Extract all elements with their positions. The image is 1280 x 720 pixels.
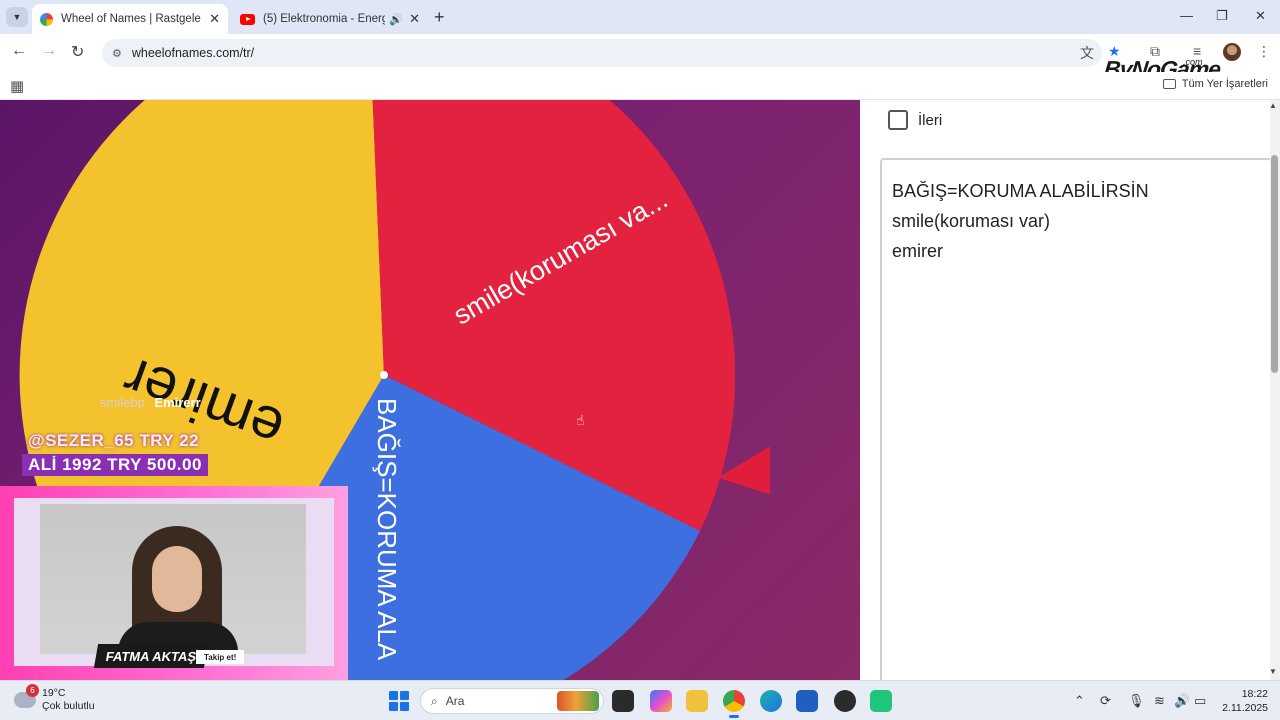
back-arrow-icon[interactable]: ← — [11, 42, 27, 60]
watermark-suffix: .com — [1183, 57, 1203, 67]
system-clock[interactable]: 18:22 2.11.2025 — [1222, 687, 1268, 715]
wheel-center-dot — [380, 371, 388, 379]
battery-icon[interactable]: ▭ — [1194, 693, 1206, 709]
chat-text: Emirerr — [154, 395, 201, 410]
advanced-label: İleri — [918, 111, 943, 129]
all-bookmarks-label: Tüm Yer İşaretleri — [1181, 78, 1268, 90]
search-icon: ⌕ — [431, 693, 438, 708]
advanced-option[interactable]: İleri — [888, 110, 942, 130]
minimize-icon[interactable]: — — [1180, 8, 1193, 23]
speaker-icon[interactable]: 🔊 — [389, 13, 403, 26]
chrome-icon[interactable] — [723, 690, 745, 718]
wheel-pointer-arrow — [718, 446, 770, 502]
chevron-up-icon[interactable]: ⌃ — [1074, 693, 1085, 709]
kick-app-icon[interactable] — [870, 690, 892, 712]
close-window-icon[interactable]: ✕ — [1255, 8, 1266, 24]
entries-textarea[interactable]: BAĞIŞ=KORUMA ALABİLİRSİN smile(koruması … — [880, 158, 1272, 688]
streamer-face — [152, 546, 202, 612]
tab-youtube[interactable]: (5) Elektronomia - Energy | 🔊 ✕ — [232, 4, 428, 34]
obs-icon[interactable] — [834, 690, 856, 712]
search-highlight-image — [557, 691, 599, 711]
weather-temperature: 19°C — [42, 687, 66, 699]
webcam-frame: FATMA AKTAŞ Takip et! — [0, 486, 348, 680]
tab-strip: ▼ Wheel of Names | Rastgele ✕ (5) Elektr… — [0, 0, 1280, 34]
apps-grid-icon[interactable]: ▦ — [10, 77, 24, 95]
close-tab-icon[interactable]: ✕ — [209, 11, 220, 27]
scrollbar-thumb[interactable] — [1271, 155, 1278, 373]
folder-icon — [1162, 79, 1176, 89]
volume-icon[interactable]: 🔊 — [1174, 693, 1190, 709]
restore-icon[interactable]: ❐ — [1216, 8, 1228, 24]
clock-date: 2.11.2025 — [1222, 702, 1268, 714]
entry-line: smile(koruması var) — [892, 211, 1051, 231]
all-bookmarks-button[interactable]: Tüm Yer İşaretleri — [1162, 78, 1268, 90]
scroll-down-arrow-icon[interactable]: ▼ — [1269, 667, 1277, 676]
menu-kebab-icon[interactable]: ⋮ — [1257, 43, 1271, 60]
browser-toolbar: ← → ↻ ⚙ wheelofnames.com/tr/ 文 ★ ⧉ ≡ ⋮ B… — [0, 34, 1280, 82]
tab-wheel-of-names[interactable]: Wheel of Names | Rastgele ✕ — [32, 4, 228, 34]
windows-taskbar: 6 19°C Çok bulutlu ⌕ Ara ⌃ ⟳ 🎙 ≋ 🔊 ▭ 18:… — [0, 680, 1280, 720]
follow-badge: Takip et! — [196, 650, 245, 664]
advanced-checkbox[interactable] — [888, 110, 908, 130]
profile-avatar[interactable] — [1223, 43, 1241, 61]
sync-icon[interactable]: ⟳ — [1100, 693, 1111, 709]
donation-alert-1: @SEZER_65 TRY 22 — [28, 431, 200, 450]
entries-panel: İleri BAĞIŞ=KORUMA ALABİLİRSİN smile(kor… — [860, 100, 1280, 688]
segment-label-bagis: BAĞIŞ=KORUMA ALA — [372, 398, 402, 661]
tab-search-button[interactable]: ▼ — [6, 7, 28, 27]
tab-title: Wheel of Names | Rastgele — [61, 13, 201, 25]
chat-username: smilebp — [100, 395, 145, 410]
task-view-icon[interactable] — [612, 690, 634, 712]
tab-title: (5) Elektronomia - Energy | — [263, 13, 386, 25]
streamer-name-plate: FATMA AKTAŞ — [93, 644, 209, 668]
clock-time: 18:22 — [1241, 688, 1268, 700]
taskbar-search[interactable]: ⌕ Ara — [420, 688, 604, 714]
edge-icon[interactable] — [760, 690, 782, 712]
webcam-video — [40, 504, 306, 654]
forward-arrow-icon[interactable]: → — [41, 42, 57, 60]
wheel-favicon-icon — [40, 12, 53, 26]
webcam-inner — [14, 498, 334, 666]
store-icon[interactable] — [796, 690, 818, 712]
wheel-canvas-area[interactable]: emirer smile(koruması va... BAĞIŞ=KORUMA… — [0, 100, 860, 680]
translate-icon[interactable]: 文 — [1080, 43, 1094, 63]
microphone-icon[interactable]: 🎙 — [1128, 693, 1145, 709]
youtube-favicon-icon — [240, 13, 255, 25]
weather-badge: 6 — [26, 684, 39, 697]
close-tab-icon[interactable]: ✕ — [409, 11, 420, 27]
cloud-icon: 6 — [14, 684, 39, 708]
stream-chat-message: smilebp Emirerr — [100, 395, 201, 410]
site-info-icon[interactable]: ⚙ — [112, 47, 122, 60]
entry-line: emirer — [892, 241, 944, 261]
wifi-icon[interactable]: ≋ — [1154, 693, 1165, 709]
weather-condition: Çok bulutlu — [42, 700, 95, 712]
copilot-icon[interactable] — [650, 690, 672, 712]
weather-widget[interactable]: 6 19°C Çok bulutlu — [14, 684, 95, 713]
search-label: Ara — [445, 694, 465, 708]
address-bar[interactable]: ⚙ wheelofnames.com/tr/ — [102, 39, 1102, 67]
new-tab-plus-icon[interactable]: + — [434, 7, 445, 28]
hand-cursor-icon: ☝ — [576, 412, 585, 428]
file-explorer-icon[interactable] — [686, 690, 708, 712]
url-text: wheelofnames.com/tr/ — [131, 46, 255, 60]
entry-line: BAĞIŞ=KORUMA ALABİLİRSİN — [892, 181, 1149, 201]
reload-icon[interactable]: ↻ — [71, 42, 84, 62]
donation-alert-2: ALİ 1992 TRY 500.00 — [22, 454, 208, 476]
bookmarks-bar: ▦ Tüm Yer İşaretleri — [0, 72, 1280, 100]
windows-start-icon[interactable] — [389, 691, 409, 711]
scroll-up-arrow-icon[interactable]: ▲ — [1269, 101, 1277, 110]
